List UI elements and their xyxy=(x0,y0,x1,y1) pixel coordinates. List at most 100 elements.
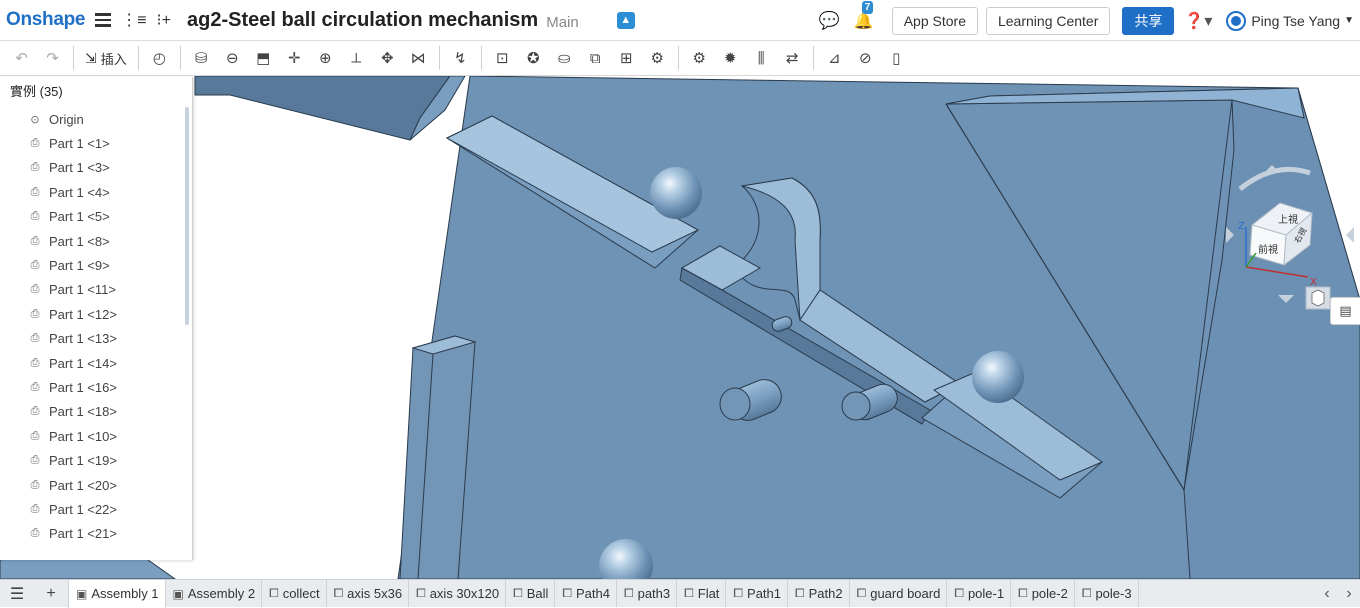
app-store-button[interactable]: App Store xyxy=(891,6,978,35)
instance-item[interactable]: ⎙ Part 1 <8> xyxy=(0,229,192,253)
tab-14[interactable]: ⧠ pole-3 xyxy=(1075,580,1139,607)
tab-4[interactable]: ⧠ axis 30x120 xyxy=(409,580,507,607)
share-button[interactable]: 共享 xyxy=(1122,6,1175,35)
tab-label: guard board xyxy=(870,586,941,601)
section-view-icon[interactable]: ⊘ xyxy=(852,45,878,71)
tab-manager-icon[interactable]: ☰ xyxy=(0,584,34,604)
model-render[interactable] xyxy=(0,76,1360,579)
pattern-icon[interactable]: ⧉ xyxy=(582,45,608,71)
add-tab-icon[interactable]: + xyxy=(34,585,68,603)
comments-icon[interactable]: 💬 xyxy=(819,11,840,31)
instance-label: Part 1 <10> xyxy=(49,428,117,444)
part-icon: ⎙ xyxy=(30,283,40,296)
named-views-icon[interactable]: ▯ xyxy=(883,45,909,71)
education-icon[interactable]: ▲ xyxy=(616,11,635,29)
part-icon: ⎙ xyxy=(30,502,40,515)
tab-9[interactable]: ⧠ Path1 xyxy=(726,580,789,607)
toolbar-divider xyxy=(137,46,139,70)
instance-item[interactable]: ⎙ Part 1 <10> xyxy=(0,424,192,448)
tab-0[interactable]: ▣ Assembly 1 xyxy=(68,579,166,608)
tab-7[interactable]: ⧠ path3 xyxy=(617,580,678,607)
tangent-mate-icon[interactable]: ↯ xyxy=(447,45,473,71)
instance-item[interactable]: ⎙ Part 1 <3> xyxy=(0,156,192,180)
revolute-mate-icon[interactable]: ⊖ xyxy=(219,45,245,71)
tab-3[interactable]: ⧠ axis 5x36 xyxy=(327,580,410,607)
learning-center-button[interactable]: Learning Center xyxy=(985,6,1111,35)
insert-label: 插入 xyxy=(100,51,127,67)
history-icon[interactable]: ◴ xyxy=(146,45,172,71)
axis-z-label: Z xyxy=(1238,221,1245,232)
instance-item[interactable]: ⎙ Part 1 <21> xyxy=(0,522,192,546)
rack-pinion-icon[interactable]: ✹ xyxy=(717,45,743,71)
onshape-logo[interactable]: Onshape xyxy=(6,9,86,31)
tab-12[interactable]: ⧠ pole-1 xyxy=(947,580,1012,607)
scroll-tabs-left-icon[interactable]: ‹ xyxy=(1316,585,1338,603)
partstudio-icon: ⧠ xyxy=(954,586,964,600)
origin-item[interactable]: ⊙ Origin xyxy=(0,107,192,131)
linear-relation-icon[interactable]: ⇄ xyxy=(779,45,805,71)
screw-relation-icon[interactable]: ⫼ xyxy=(748,45,774,71)
instance-item[interactable]: ⎙ Part 1 <16> xyxy=(0,375,192,399)
parallel-mate-icon[interactable]: ⋈ xyxy=(405,45,431,71)
instance-item[interactable]: ⎙ Part 1 <18> xyxy=(0,400,192,424)
help-icon[interactable]: ❓▾ xyxy=(1184,11,1212,31)
fastened-mate-icon[interactable]: ⛁ xyxy=(188,45,214,71)
planar-mate-icon[interactable]: ✛ xyxy=(281,45,307,71)
redo-icon[interactable]: ↷ xyxy=(40,45,66,71)
tab-8[interactable]: ⧠ Flat xyxy=(677,580,727,607)
instance-item[interactable]: ⎙ Part 1 <5> xyxy=(0,205,192,229)
notifications-icon[interactable]: 🔔 7 xyxy=(854,0,874,31)
tab-label: path3 xyxy=(637,586,671,601)
instance-item[interactable]: ⎙ Part 1 <4> xyxy=(0,180,192,204)
user-menu[interactable]: Ping Tse Yang ▼ xyxy=(1226,10,1354,31)
ball-mate-icon[interactable]: ✥ xyxy=(374,45,400,71)
group-icon[interactable]: ✪ xyxy=(520,45,546,71)
slider-mate-icon[interactable]: ⬒ xyxy=(250,45,276,71)
feature-list-icon[interactable]: ⋮≡ xyxy=(121,10,146,30)
document-title[interactable]: ag2-Steel ball circulation mechanism xyxy=(187,9,538,32)
instance-label: Part 1 <21> xyxy=(49,526,117,542)
tab-1[interactable]: ▣ Assembly 2 xyxy=(166,580,263,607)
instance-label: Part 1 <1> xyxy=(49,136,110,152)
instance-item[interactable]: ⎙ Part 1 <19> xyxy=(0,448,192,472)
menu-icon[interactable] xyxy=(95,10,112,30)
instance-item[interactable]: ⎙ Part 1 <11> xyxy=(0,278,192,302)
tab-label: axis 30x120 xyxy=(429,586,500,601)
tab-11[interactable]: ⧠ guard board xyxy=(850,580,948,607)
instance-item[interactable]: ⎙ Part 1 <9> xyxy=(0,253,192,277)
part-icon: ⎙ xyxy=(30,356,40,369)
tab-5[interactable]: ⧠ Ball xyxy=(506,580,556,607)
tab-2[interactable]: ⧠ collect xyxy=(262,580,327,607)
instance-item[interactable]: ⎙ Part 1 <12> xyxy=(0,302,192,326)
gear-relation-icon[interactable]: ⚙ xyxy=(686,45,712,71)
instance-label: Part 1 <16> xyxy=(49,379,117,395)
instance-item[interactable]: ⎙ Part 1 <13> xyxy=(0,327,192,351)
workspace-name[interactable]: Main xyxy=(546,14,579,31)
instance-item[interactable]: ⎙ Part 1 <22> xyxy=(0,497,192,521)
tab-label: Path1 xyxy=(747,586,782,601)
undo-icon[interactable]: ↶ xyxy=(9,45,35,71)
cylindrical-mate-icon[interactable]: ⊕ xyxy=(312,45,338,71)
instance-item[interactable]: ⎙ Part 1 <20> xyxy=(0,473,192,497)
instance-item[interactable]: ⎙ Part 1 <14> xyxy=(0,351,192,375)
viewcube-top-label: 上視 xyxy=(1278,213,1298,226)
partstudio-icon: ⧠ xyxy=(795,586,805,600)
explode-icon[interactable]: ⚙ xyxy=(644,45,670,71)
replicate-icon[interactable]: ⛀ xyxy=(551,45,577,71)
graphics-viewport[interactable]: 上視 前視 右視 Z X ▤ xyxy=(0,76,1360,579)
tab-10[interactable]: ⧠ Path2 xyxy=(788,580,850,607)
tab-6[interactable]: ⧠ Path4 xyxy=(555,580,617,607)
tab-13[interactable]: ⧠ pole-2 xyxy=(1011,580,1075,607)
appearance-panel-button[interactable]: ▤ xyxy=(1330,297,1360,325)
panel-scrollbar[interactable] xyxy=(185,107,189,325)
instance-label: Part 1 <20> xyxy=(49,477,117,493)
pin-slot-mate-icon[interactable]: ⟂ xyxy=(343,45,369,71)
scroll-tabs-right-icon[interactable]: › xyxy=(1338,585,1360,603)
instance-item[interactable]: ⎙ Part 1 <1> xyxy=(0,131,192,155)
insert-button[interactable]: ⇲ 插入 xyxy=(79,49,133,68)
snap-mode-icon[interactable]: ⊞ xyxy=(613,45,639,71)
measure-icon[interactable]: ⊿ xyxy=(821,45,847,71)
partstudio-icon: ⧠ xyxy=(1018,586,1028,600)
mate-connector-icon[interactable]: ⊡ xyxy=(489,45,515,71)
instance-list-icon[interactable]: ⁝+ xyxy=(157,10,171,30)
